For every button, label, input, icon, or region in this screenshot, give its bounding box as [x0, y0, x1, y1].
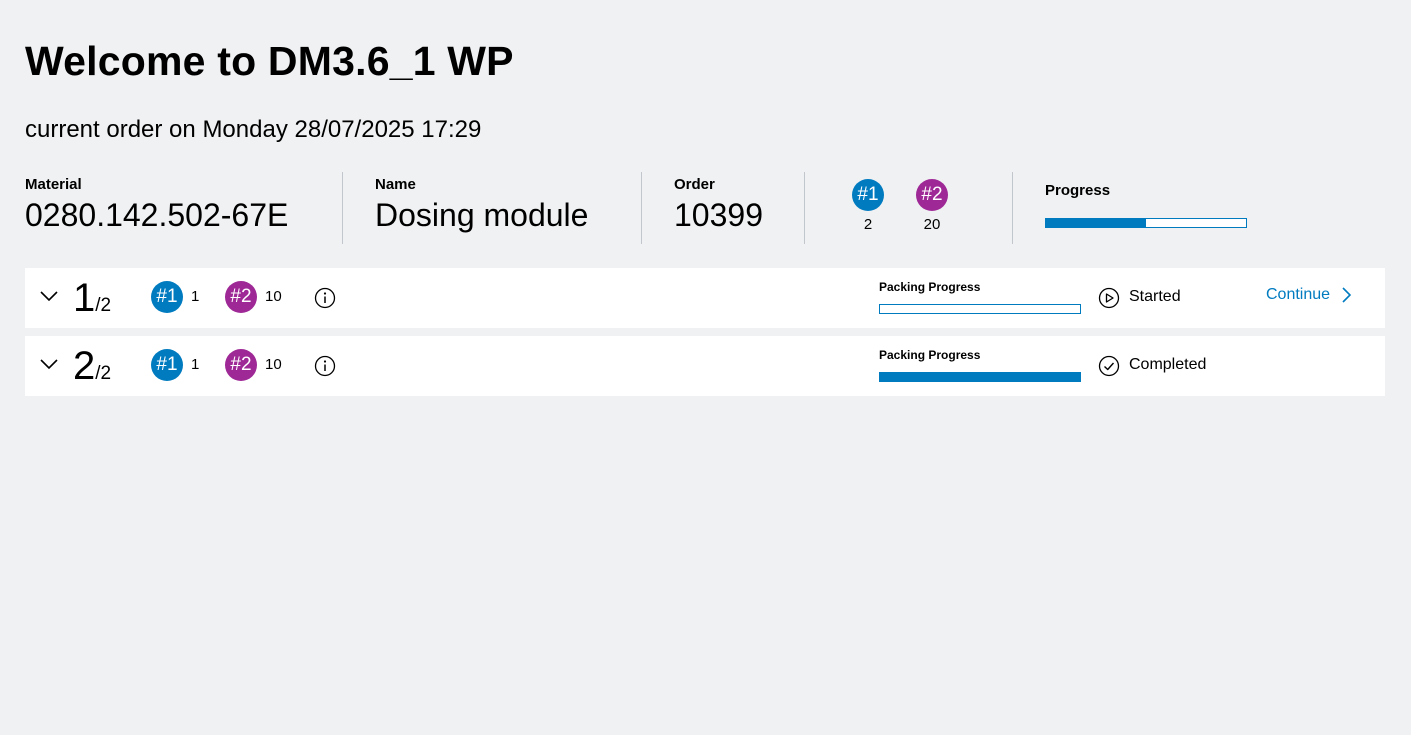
badge-1-icon: #1: [151, 349, 183, 381]
info-icon[interactable]: [314, 355, 336, 377]
subtitle-prefix: current order on: [25, 116, 196, 143]
count-1-value: 2: [863, 216, 873, 233]
badge-2-icon: #2: [916, 179, 948, 211]
packing-progress-label: Packing Progress: [879, 348, 981, 362]
check-circle-icon: [1098, 355, 1120, 377]
row-index-total: /2: [95, 295, 112, 316]
info-icon[interactable]: [314, 287, 336, 309]
order-summary: Material 0280.142.502-67E Name Dosing mo…: [25, 172, 1247, 244]
packing-progress-label: Packing Progress: [879, 280, 981, 294]
badge-1-icon: #1: [151, 281, 183, 313]
row-count-1: 1: [191, 288, 200, 305]
continue-button[interactable]: Continue: [1266, 286, 1352, 304]
row-index-number: 2: [73, 344, 96, 388]
row-index-number: 1: [73, 276, 96, 320]
row-count-1: 1: [191, 356, 200, 373]
subtitle-date: 28/07/2025: [294, 116, 415, 143]
row-index: 2/2: [73, 344, 111, 389]
overall-progress-fill: [1046, 219, 1146, 227]
counts-block: #1 2 #2 20: [805, 172, 1012, 244]
row-index: 1/2: [73, 276, 111, 321]
badge-2-icon: #2: [225, 349, 257, 381]
chevron-right-icon[interactable]: [1342, 287, 1352, 303]
status-text: Started: [1129, 288, 1181, 305]
overall-progress-bar: [1045, 218, 1247, 228]
row-index-total: /2: [95, 363, 112, 384]
progress-label: Progress: [1045, 182, 1111, 199]
order-label: Order: [674, 176, 715, 193]
play-circle-icon: [1098, 287, 1120, 309]
progress-block: Progress: [1013, 172, 1247, 244]
packing-progress-bar: [879, 304, 1081, 314]
name-value: Dosing module: [375, 197, 589, 233]
material-value: 0280.142.502-67E: [25, 197, 289, 233]
subtitle-day: Monday: [202, 116, 288, 143]
name-block: Name Dosing module: [343, 172, 641, 244]
packing-progress-fill: [880, 373, 1080, 381]
count-1-block: #1 2: [852, 179, 884, 244]
chevron-down-icon[interactable]: [40, 290, 58, 302]
row-count-2: 10: [265, 288, 282, 305]
order-block: Order 10399: [642, 172, 804, 244]
subtitle-time: 17:29: [421, 116, 482, 143]
row-count-2: 10: [265, 356, 282, 373]
material-label: Material: [25, 176, 82, 193]
badge-1-icon: #1: [852, 179, 884, 211]
count-2-value: 20: [923, 216, 941, 233]
count-2-block: #2 20: [916, 179, 948, 244]
packing-progress-bar: [879, 372, 1081, 382]
list-item[interactable]: 1/2 #1 1 #2 10 Packing Progress Started …: [25, 268, 1385, 328]
name-label: Name: [375, 176, 416, 193]
order-value: 10399: [674, 197, 763, 233]
order-subtitle: current order on Monday 28/07/2025 17:29: [25, 116, 481, 144]
badge-2-icon: #2: [225, 281, 257, 313]
material-block: Material 0280.142.502-67E: [25, 172, 342, 244]
continue-label[interactable]: Continue: [1266, 286, 1330, 304]
list-item[interactable]: 2/2 #1 1 #2 10 Packing Progress Complete…: [25, 336, 1385, 396]
page-title: Welcome to DM3.6_1 WP: [25, 38, 514, 84]
chevron-down-icon[interactable]: [40, 358, 58, 370]
status-text: Completed: [1129, 356, 1207, 373]
